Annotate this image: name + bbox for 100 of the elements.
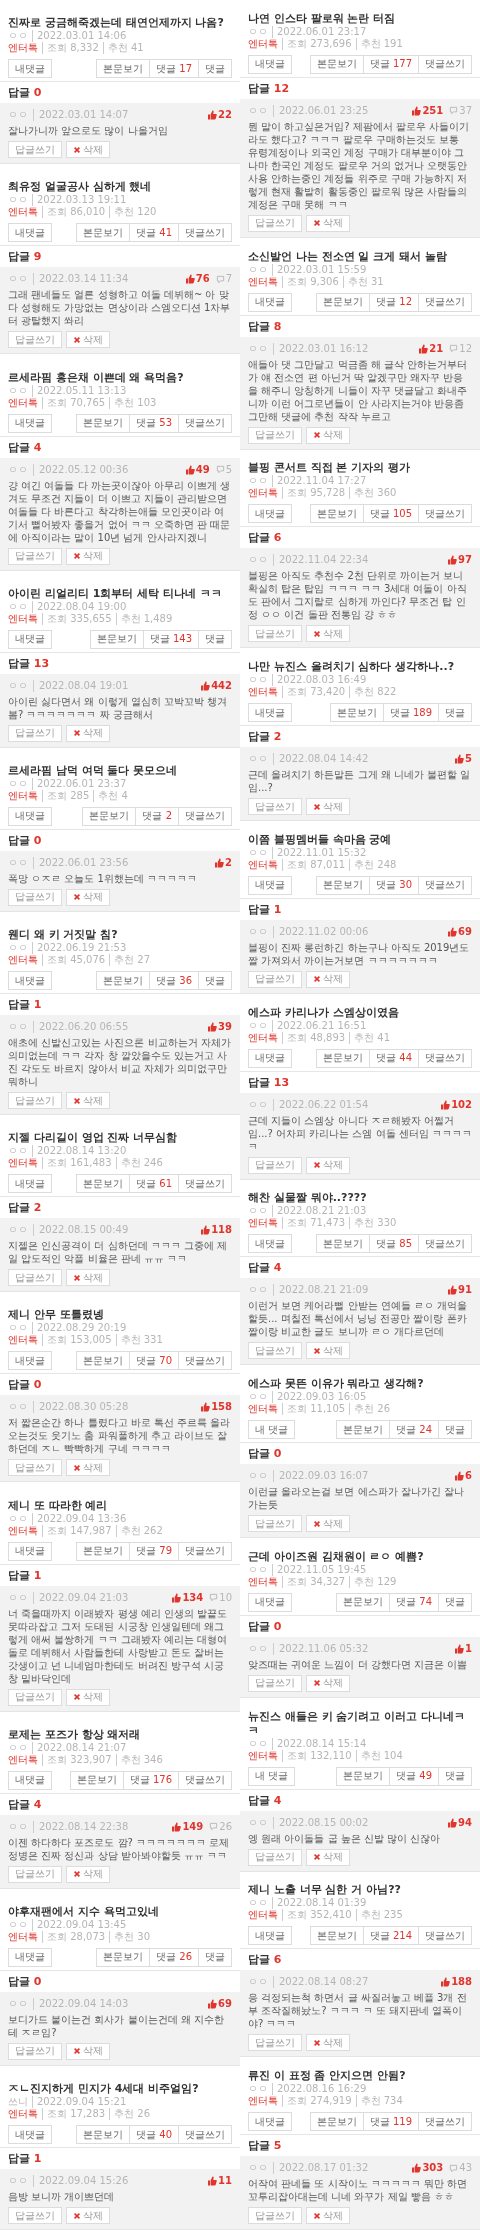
comments-button[interactable]: 댓글 36 bbox=[150, 971, 199, 991]
action-button[interactable]: 댓글 bbox=[199, 971, 232, 991]
category-link[interactable]: 엔터톡 bbox=[8, 1930, 38, 1943]
action-button[interactable]: 본문보기 bbox=[76, 223, 131, 243]
action-button[interactable]: 댓글쓰기 bbox=[179, 413, 232, 433]
action-button[interactable]: 본문보기 bbox=[96, 59, 151, 79]
my-comments-button[interactable]: 내댓글 bbox=[8, 223, 52, 243]
action-button[interactable]: 본문보기 bbox=[316, 1048, 371, 1068]
category-link[interactable]: 엔터톡 bbox=[8, 954, 38, 967]
comments-button[interactable]: 댓글 85 bbox=[370, 1234, 419, 1254]
action-button[interactable]: 댓글쓰기 bbox=[419, 1926, 472, 1946]
action-button[interactable]: 댓글쓰기 bbox=[179, 1351, 232, 1371]
action-button[interactable]: 본문보기 bbox=[329, 703, 384, 722]
category-link[interactable]: 엔터톡 bbox=[8, 612, 38, 625]
comments-button[interactable]: 댓글 41 bbox=[130, 223, 179, 243]
action-button[interactable]: 댓글쓰기 bbox=[419, 292, 472, 312]
my-comments-button[interactable]: 내 댓글 bbox=[248, 1766, 296, 1786]
my-comments-button[interactable]: 내댓글 bbox=[8, 413, 52, 433]
category-link[interactable]: 엔터톡 bbox=[8, 396, 38, 409]
my-comments-button[interactable]: 내댓글 bbox=[8, 971, 52, 991]
category-link[interactable]: 엔터톡 bbox=[8, 1334, 38, 1347]
action-button[interactable]: 댓글쓰기 bbox=[179, 223, 232, 243]
action-button[interactable]: 본문보기 bbox=[316, 875, 371, 895]
post-title[interactable]: 야후재팬에서 지수 욕먹고있네 bbox=[8, 1904, 232, 1919]
category-link[interactable]: 엔터톡 bbox=[8, 42, 38, 55]
my-comments-button[interactable]: 내댓글 bbox=[248, 1592, 292, 1612]
category-link[interactable]: 엔터톡 bbox=[248, 858, 278, 871]
action-button[interactable]: 댓글 bbox=[199, 1947, 232, 1967]
action-button[interactable]: 본문보기 bbox=[96, 1947, 151, 1967]
post-title[interactable]: 르세라핌 남덕 여덕 둘다 못모으네 bbox=[8, 763, 232, 778]
category-link[interactable]: 엔터톡 bbox=[248, 1909, 278, 1922]
post-title[interactable]: 지젤 다리길이 영업 진짜 너무심함 bbox=[8, 1131, 232, 1146]
my-comments-button[interactable]: 내댓글 bbox=[248, 703, 292, 722]
post-title[interactable]: 최유정 얼굴공사 심하게 했네 bbox=[8, 180, 232, 195]
comments-button[interactable]: 댓글 79 bbox=[130, 1541, 179, 1561]
comments-button[interactable]: 댓글 49 bbox=[390, 1766, 439, 1786]
action-button[interactable]: 댓글 bbox=[199, 59, 232, 79]
post-title[interactable]: 에스파 카리나가 스엠상이였음 bbox=[248, 1005, 472, 1020]
comments-button[interactable]: 댓글 12 bbox=[370, 292, 419, 312]
action-button[interactable]: 본문보기 bbox=[76, 413, 131, 433]
comments-button[interactable]: 댓글 53 bbox=[130, 413, 179, 433]
my-comments-button[interactable]: 내댓글 bbox=[248, 54, 292, 74]
category-link[interactable]: 엔터톡 bbox=[248, 487, 278, 500]
category-link[interactable]: 엔터톡 bbox=[248, 275, 278, 288]
action-button[interactable]: 댓글 bbox=[439, 703, 472, 722]
comments-button[interactable]: 댓글 189 bbox=[383, 703, 439, 722]
action-button[interactable]: 댓글쓰기 bbox=[179, 2125, 232, 2145]
comments-button[interactable]: 댓글 143 bbox=[143, 629, 199, 649]
action-button[interactable]: 본문보기 bbox=[69, 1770, 124, 1790]
action-button[interactable]: 본문보기 bbox=[76, 1174, 131, 1194]
comments-button[interactable]: 댓글 74 bbox=[390, 1592, 439, 1612]
category-link[interactable]: 엔터톡 bbox=[248, 2095, 278, 2107]
comments-button[interactable]: 댓글 26 bbox=[150, 1947, 199, 1967]
my-comments-button[interactable]: 내댓글 bbox=[248, 1048, 292, 1068]
category-link[interactable]: 엔터톡 bbox=[8, 1157, 38, 1170]
post-title[interactable]: 제니 노출 너무 심한 거 아님?? bbox=[248, 1883, 472, 1898]
post-title[interactable]: 나만 뉴진스 올려치기 심하다 생각하나..? bbox=[248, 660, 472, 674]
comments-button[interactable]: 댓글 24 bbox=[390, 1420, 439, 1439]
my-comments-button[interactable]: 내댓글 bbox=[8, 1351, 52, 1371]
post-title[interactable]: 제니 또 따라한 예리 bbox=[8, 1498, 232, 1513]
action-button[interactable]: 댓글쓰기 bbox=[179, 1174, 232, 1194]
action-button[interactable]: 댓글쓰기 bbox=[179, 1770, 232, 1790]
action-button[interactable]: 본문보기 bbox=[82, 806, 137, 826]
my-comments-button[interactable]: 내댓글 bbox=[248, 1926, 292, 1946]
my-comments-button[interactable]: 내 댓글 bbox=[248, 1420, 296, 1439]
post-title[interactable]: 이쯤 블핑멤버들 속마음 궁예 bbox=[248, 832, 472, 847]
my-comments-button[interactable]: 내댓글 bbox=[8, 806, 52, 826]
comments-button[interactable]: 댓글 105 bbox=[363, 504, 419, 524]
comments-button[interactable]: 댓글 44 bbox=[370, 1048, 419, 1068]
comments-button[interactable]: 댓글 70 bbox=[130, 1351, 179, 1371]
action-button[interactable]: 댓글 bbox=[439, 1766, 472, 1786]
post-title[interactable]: 블핑 콘서트 직접 본 기자의 평가 bbox=[248, 461, 472, 476]
comments-button[interactable]: 댓글 17 bbox=[150, 59, 199, 79]
my-comments-button[interactable]: 내댓글 bbox=[248, 875, 292, 895]
comments-button[interactable]: 댓글 2 bbox=[136, 806, 179, 826]
post-title[interactable]: 르세라핌 홍은채 이쁜데 왜 욕먹음? bbox=[8, 370, 232, 385]
comments-button[interactable]: 댓글 30 bbox=[370, 875, 419, 895]
action-button[interactable]: 댓글 bbox=[199, 629, 232, 649]
action-button[interactable]: 본문보기 bbox=[309, 1926, 364, 1946]
category-link[interactable]: 엔터톡 bbox=[8, 1524, 38, 1537]
action-button[interactable]: 본문보기 bbox=[309, 2112, 364, 2131]
post-title[interactable]: 소신발언 나는 전소연 일 크게 돼서 놀람 bbox=[248, 249, 472, 264]
action-button[interactable]: 본문보기 bbox=[309, 54, 364, 74]
post-title[interactable]: 근데 아이즈원 김채원이 ㄹㅇ 예쁨? bbox=[248, 1549, 472, 1564]
comments-button[interactable]: 댓글 40 bbox=[130, 2125, 179, 2145]
action-button[interactable]: 댓글쓰기 bbox=[419, 2112, 472, 2131]
action-button[interactable]: 댓글쓰기 bbox=[419, 875, 472, 895]
post-title[interactable]: 로제는 포즈가 항상 왜저래 bbox=[8, 1727, 232, 1742]
action-button[interactable]: 본문보기 bbox=[336, 1766, 391, 1786]
category-link[interactable]: 엔터톡 bbox=[248, 37, 278, 50]
comments-button[interactable]: 댓글 176 bbox=[123, 1770, 179, 1790]
action-button[interactable]: 본문보기 bbox=[336, 1420, 391, 1439]
category-link[interactable]: 엔터톡 bbox=[248, 1217, 278, 1230]
post-title[interactable]: 진짜로 궁금해죽겠는데 태연언제까지 나옴? bbox=[8, 16, 232, 31]
my-comments-button[interactable]: 내댓글 bbox=[8, 2125, 52, 2145]
my-comments-button[interactable]: 내댓글 bbox=[8, 1947, 52, 1967]
action-button[interactable]: 댓글쓰기 bbox=[179, 806, 232, 826]
action-button[interactable]: 댓글 bbox=[439, 1420, 472, 1439]
category-link[interactable]: 엔터톡 bbox=[8, 1753, 38, 1766]
category-link[interactable]: 엔터톡 bbox=[248, 1575, 278, 1588]
